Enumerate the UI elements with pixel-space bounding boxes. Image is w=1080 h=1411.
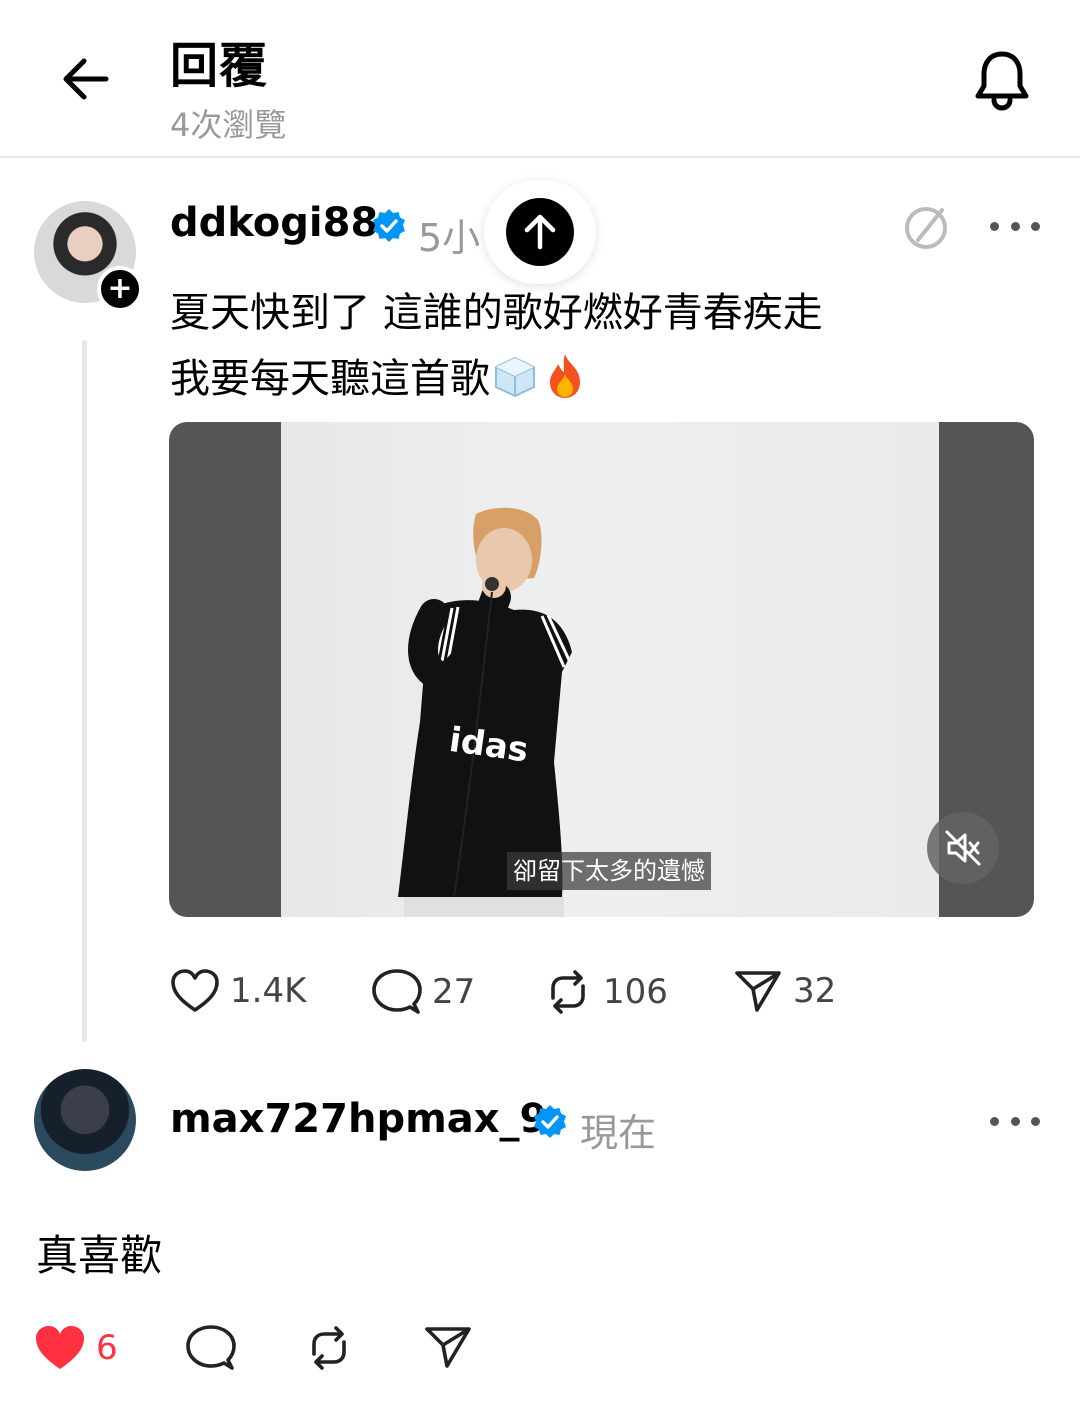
reply-body: 真喜歡 bbox=[36, 1231, 163, 1280]
dot bbox=[1031, 1116, 1040, 1126]
reply-author-username[interactable]: max727hpmax_9 bbox=[170, 1096, 547, 1142]
notification-button[interactable] bbox=[962, 40, 1042, 120]
repost-icon bbox=[312, 1326, 346, 1370]
video-subtitle: 卻留下太多的遺憾 bbox=[507, 852, 711, 890]
post-author-username[interactable]: ddkogi88 bbox=[170, 200, 378, 246]
comment-bubble-icon bbox=[372, 969, 422, 1014]
reply-button[interactable]: 27 bbox=[372, 968, 475, 1016]
reply-repost-button[interactable] bbox=[304, 1324, 354, 1372]
ice-cube-emoji-icon bbox=[495, 356, 535, 398]
comment-bubble-icon bbox=[186, 1325, 236, 1370]
reply-share-button[interactable] bbox=[423, 1324, 473, 1370]
post-text-line-1: 夏天快到了 這誰的歌好燃好青春疾走 bbox=[170, 290, 823, 336]
post-body: 夏天快到了 這誰的歌好燃好青春疾走 我要每天聽這首歌 bbox=[170, 280, 823, 412]
post-video[interactable]: idas bbox=[169, 422, 1034, 917]
share-button[interactable]: 32 bbox=[733, 968, 836, 1014]
heart-icon bbox=[171, 969, 219, 1012]
verified-badge-icon bbox=[534, 1105, 566, 1138]
reply-more-options-button[interactable] bbox=[990, 1111, 1040, 1131]
reply-like-count: 6 bbox=[96, 1328, 118, 1368]
mute-toggle-button[interactable] bbox=[927, 812, 999, 884]
reply-count: 27 bbox=[432, 972, 476, 1012]
bell-icon bbox=[975, 51, 1029, 111]
dot bbox=[1010, 221, 1020, 231]
follow-plus-button[interactable]: + bbox=[97, 266, 143, 312]
translate-icon[interactable] bbox=[902, 204, 954, 250]
arrow-left-icon bbox=[63, 58, 109, 100]
post-text-line-2-text: 我要每天聽這首歌 bbox=[170, 356, 490, 402]
repost-count: 106 bbox=[603, 972, 668, 1012]
verified-badge-icon bbox=[373, 209, 405, 242]
dot bbox=[990, 221, 999, 231]
top-bar: 回覆 4次瀏覽 bbox=[0, 0, 1080, 158]
post-more-options-button[interactable] bbox=[990, 216, 1040, 236]
reply-author-avatar[interactable] bbox=[34, 1069, 136, 1171]
dot bbox=[990, 1116, 999, 1126]
heart-filled-icon bbox=[36, 1326, 84, 1369]
back-button[interactable] bbox=[50, 44, 120, 114]
send-icon bbox=[735, 971, 781, 1012]
share-count: 32 bbox=[793, 971, 837, 1011]
dot bbox=[1010, 1116, 1020, 1126]
repost-button[interactable]: 106 bbox=[543, 968, 668, 1016]
reply-timestamp: 現在 bbox=[580, 1111, 657, 1155]
fire-emoji-icon bbox=[550, 354, 580, 398]
reply-comment-button[interactable] bbox=[186, 1324, 236, 1372]
like-count: 1.4K bbox=[230, 971, 307, 1011]
speaker-muted-icon bbox=[945, 830, 981, 866]
thread-connector-line bbox=[82, 340, 87, 1042]
like-button[interactable]: 1.4K bbox=[170, 968, 306, 1014]
repost-icon bbox=[551, 970, 585, 1014]
post-timestamp: 5小 bbox=[418, 216, 481, 260]
video-frame bbox=[281, 422, 939, 917]
arrow-up-icon bbox=[524, 214, 556, 250]
reply-like-button[interactable]: 6 bbox=[34, 1324, 118, 1372]
scroll-to-top-button[interactable] bbox=[484, 180, 596, 284]
view-count: 4次瀏覽 bbox=[170, 106, 287, 144]
post-text-line-2: 我要每天聽這首歌 bbox=[170, 346, 823, 412]
page-title: 回覆 bbox=[170, 38, 269, 94]
send-icon bbox=[425, 1327, 471, 1368]
dot bbox=[1031, 221, 1040, 231]
